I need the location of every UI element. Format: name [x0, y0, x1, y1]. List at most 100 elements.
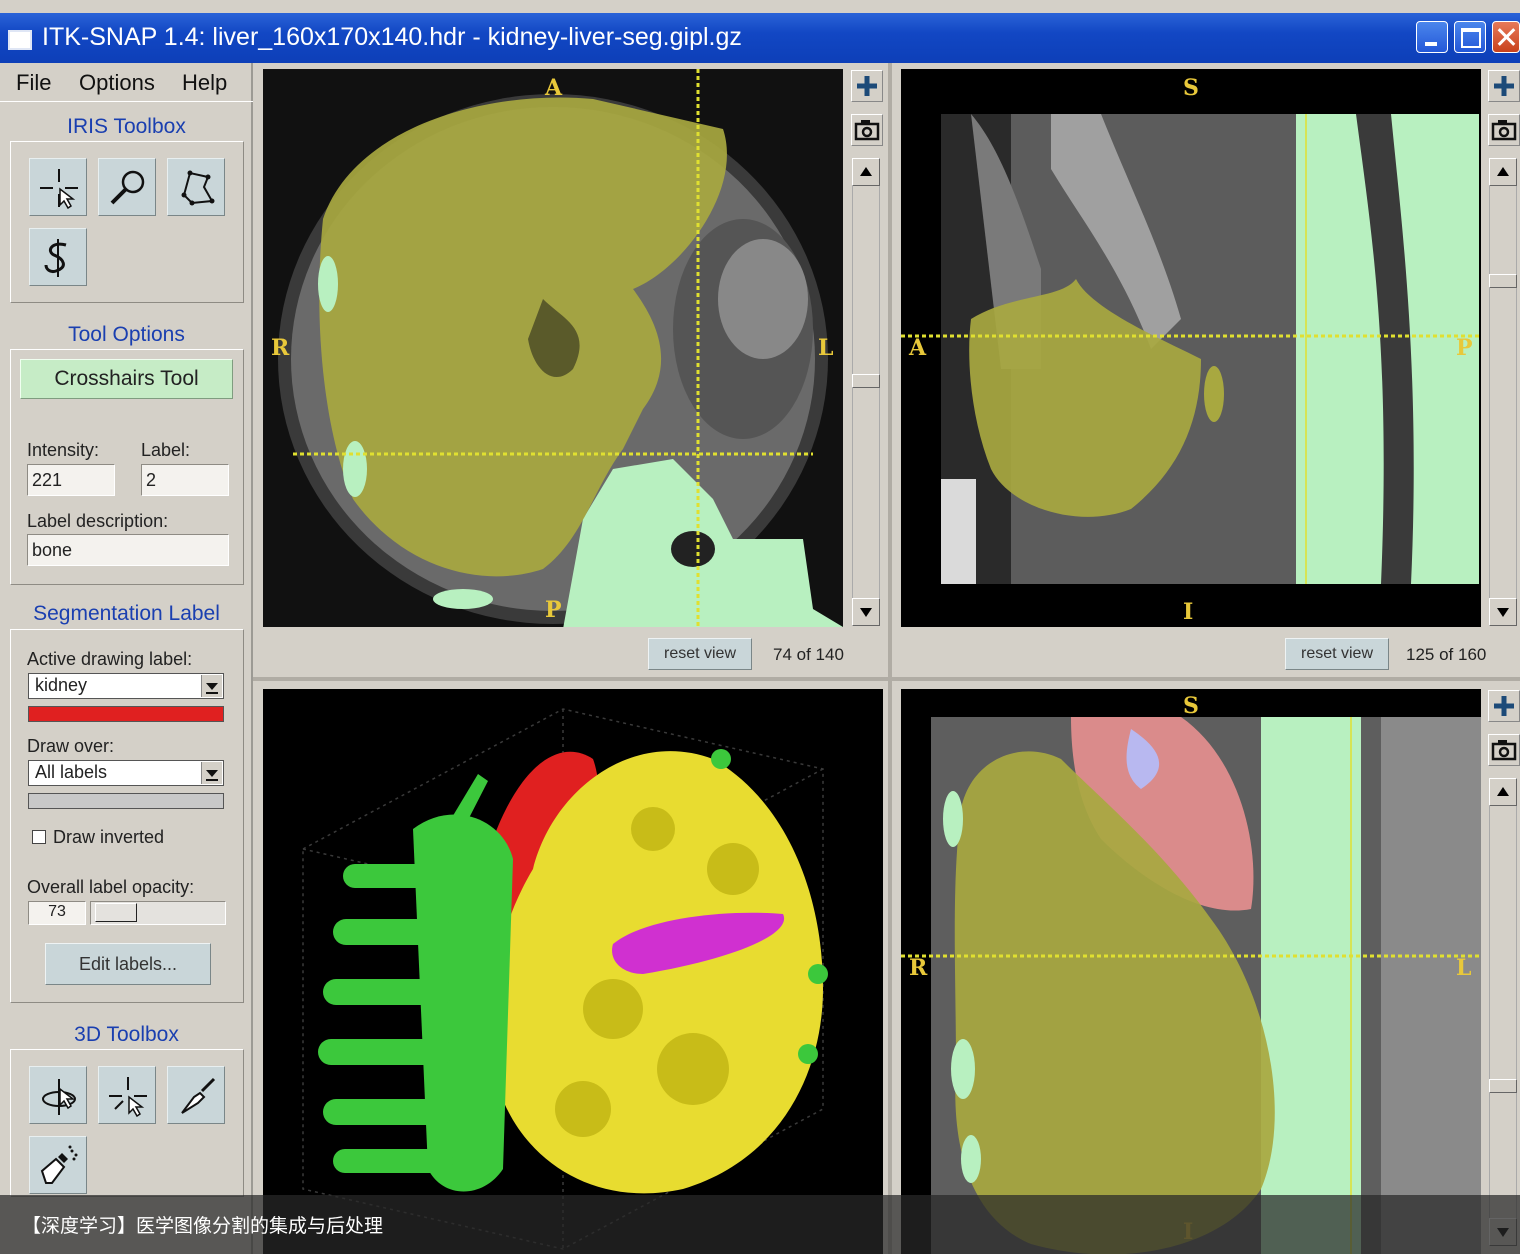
- menu-options[interactable]: Options: [79, 70, 155, 96]
- spraypaint-tool-button[interactable]: [29, 1136, 87, 1194]
- crosshairs-3d-tool-button[interactable]: [98, 1066, 156, 1124]
- opacity-slider[interactable]: [90, 901, 226, 925]
- coronal-view[interactable]: S I R L: [901, 689, 1481, 1254]
- camera-icon: [854, 120, 880, 141]
- plus-icon: [1494, 696, 1514, 716]
- rotate-tool-button[interactable]: [29, 1066, 87, 1124]
- sagittal-zoom-button[interactable]: [1488, 70, 1520, 102]
- intensity-field[interactable]: 221: [27, 464, 115, 496]
- crosshairs-tool-button[interactable]: [29, 158, 87, 216]
- coronal-snapshot-button[interactable]: [1488, 734, 1520, 766]
- sagittal-scroll-thumb[interactable]: [1489, 274, 1517, 288]
- sagittal-slice-counter: 125 of 160: [1406, 645, 1487, 664]
- caption-bar: 【深度学习】医学图像分割的集成与后处理: [0, 1195, 1520, 1254]
- polygon-icon: [181, 170, 215, 206]
- coronal-zoom-button[interactable]: [1488, 690, 1520, 722]
- coronal-slice-scrollbar[interactable]: [1489, 778, 1517, 1246]
- coronal-scroll-thumb[interactable]: [1489, 1079, 1517, 1093]
- coronal-label-top: S: [1183, 693, 1199, 719]
- crosshairs-icon: [40, 169, 78, 209]
- opacity-value-field[interactable]: 73: [28, 901, 86, 925]
- spraypaint-icon: [40, 1145, 78, 1184]
- minimize-button[interactable]: [1416, 21, 1448, 53]
- intensity-label: Intensity:: [27, 440, 100, 460]
- active-tool-label: Crosshairs Tool: [20, 359, 233, 399]
- sagittal-slice-image: [901, 69, 1481, 627]
- axial-label-bottom: P: [545, 597, 562, 623]
- chevron-down-icon[interactable]: [201, 762, 222, 784]
- 3d-toolbox-title: 3D Toolbox: [74, 1023, 179, 1046]
- axial-reset-view-button[interactable]: reset view: [648, 638, 752, 670]
- active-label-color-swatch: [28, 706, 224, 722]
- scalpel-icon: [181, 1077, 216, 1114]
- axial-zoom-button[interactable]: [851, 70, 883, 102]
- axial-scroll-down-button[interactable]: [852, 598, 880, 626]
- 3d-toolbox-group: [10, 1049, 244, 1197]
- draw-over-select[interactable]: All labels: [28, 760, 224, 786]
- iris-toolbox-title: IRIS Toolbox: [67, 115, 186, 138]
- active-label-select[interactable]: kidney: [28, 673, 224, 699]
- axial-scroll-thumb[interactable]: [852, 374, 880, 388]
- opacity-caption: Overall label opacity:: [27, 877, 195, 897]
- axial-scroll-up-button[interactable]: [852, 158, 880, 186]
- axial-snapshot-button[interactable]: [851, 114, 883, 146]
- camera-icon: [1491, 120, 1517, 141]
- 3d-render-view[interactable]: [263, 689, 883, 1254]
- sagittal-snapshot-button[interactable]: [1488, 114, 1520, 146]
- coronal-slice-image: [901, 689, 1481, 1254]
- menu-bar: File Options Help: [0, 63, 253, 102]
- axial-label-top: A: [545, 75, 563, 101]
- camera-icon: [1491, 740, 1517, 761]
- window-title: ITK-SNAP 1.4: liver_160x170x140.hdr - ki…: [42, 23, 742, 51]
- opacity-slider-thumb[interactable]: [95, 903, 137, 922]
- zoom-tool-button[interactable]: [98, 158, 156, 216]
- sagittal-reset-view-button[interactable]: reset view: [1285, 638, 1389, 670]
- label-description-field[interactable]: bone: [27, 534, 229, 566]
- sagittal-label-left: A: [909, 335, 927, 361]
- draw-over-caption: Draw over:: [27, 736, 115, 756]
- sagittal-label-bottom: I: [1183, 599, 1194, 625]
- snake-tool-button[interactable]: [29, 228, 87, 286]
- app-icon: [8, 30, 32, 50]
- axial-slice-counter: 74 of 140: [773, 645, 844, 664]
- polygon-tool-button[interactable]: [167, 158, 225, 216]
- iris-toolbox-group: [10, 141, 244, 303]
- rotate-icon: [42, 1079, 76, 1115]
- coronal-label-left: R: [909, 955, 928, 981]
- label-description-caption: Label description:: [27, 511, 169, 531]
- sagittal-view[interactable]: S I A P: [901, 69, 1481, 627]
- coronal-scroll-up-button[interactable]: [1489, 778, 1517, 806]
- label-field[interactable]: 2: [141, 464, 229, 496]
- view-divider-horizontal: [253, 677, 1520, 681]
- menu-file[interactable]: File: [16, 70, 51, 96]
- draw-inverted-checkbox[interactable]: [32, 830, 46, 844]
- edit-labels-button[interactable]: Edit labels...: [45, 943, 211, 985]
- view-divider-vertical: [888, 63, 892, 1254]
- crosshairs-3d-icon: [109, 1077, 147, 1117]
- active-drawing-label-caption: Active drawing label:: [27, 649, 193, 669]
- chevron-down-icon[interactable]: [201, 675, 222, 697]
- axial-slice-scrollbar[interactable]: [852, 158, 880, 626]
- axial-label-right: L: [818, 335, 834, 361]
- tool-options-title: Tool Options: [68, 323, 185, 346]
- sagittal-scroll-down-button[interactable]: [1489, 598, 1517, 626]
- plus-icon: [1494, 76, 1514, 96]
- maximize-button[interactable]: [1454, 21, 1486, 53]
- menu-help[interactable]: Help: [182, 70, 227, 96]
- label-label: Label:: [141, 440, 191, 460]
- axial-slice-image: [263, 69, 843, 627]
- left-panel: File Options Help IRIS Toolbox Tool Opti…: [0, 63, 253, 1254]
- close-button[interactable]: [1492, 21, 1520, 53]
- plus-icon: [857, 76, 877, 96]
- snake-icon: [44, 239, 67, 277]
- sagittal-scroll-up-button[interactable]: [1489, 158, 1517, 186]
- zoom-icon: [110, 170, 145, 205]
- sagittal-label-right: P: [1456, 335, 1473, 361]
- scalpel-tool-button[interactable]: [167, 1066, 225, 1124]
- sagittal-slice-scrollbar[interactable]: [1489, 158, 1517, 626]
- draw-inverted-label: Draw inverted: [53, 827, 165, 847]
- segmentation-label-title: Segmentation Label: [33, 602, 220, 625]
- axial-view[interactable]: A P R L: [263, 69, 843, 627]
- draw-over-color-swatch: [28, 793, 224, 809]
- caption-text: 【深度学习】医学图像分割的集成与后处理: [22, 1216, 384, 1237]
